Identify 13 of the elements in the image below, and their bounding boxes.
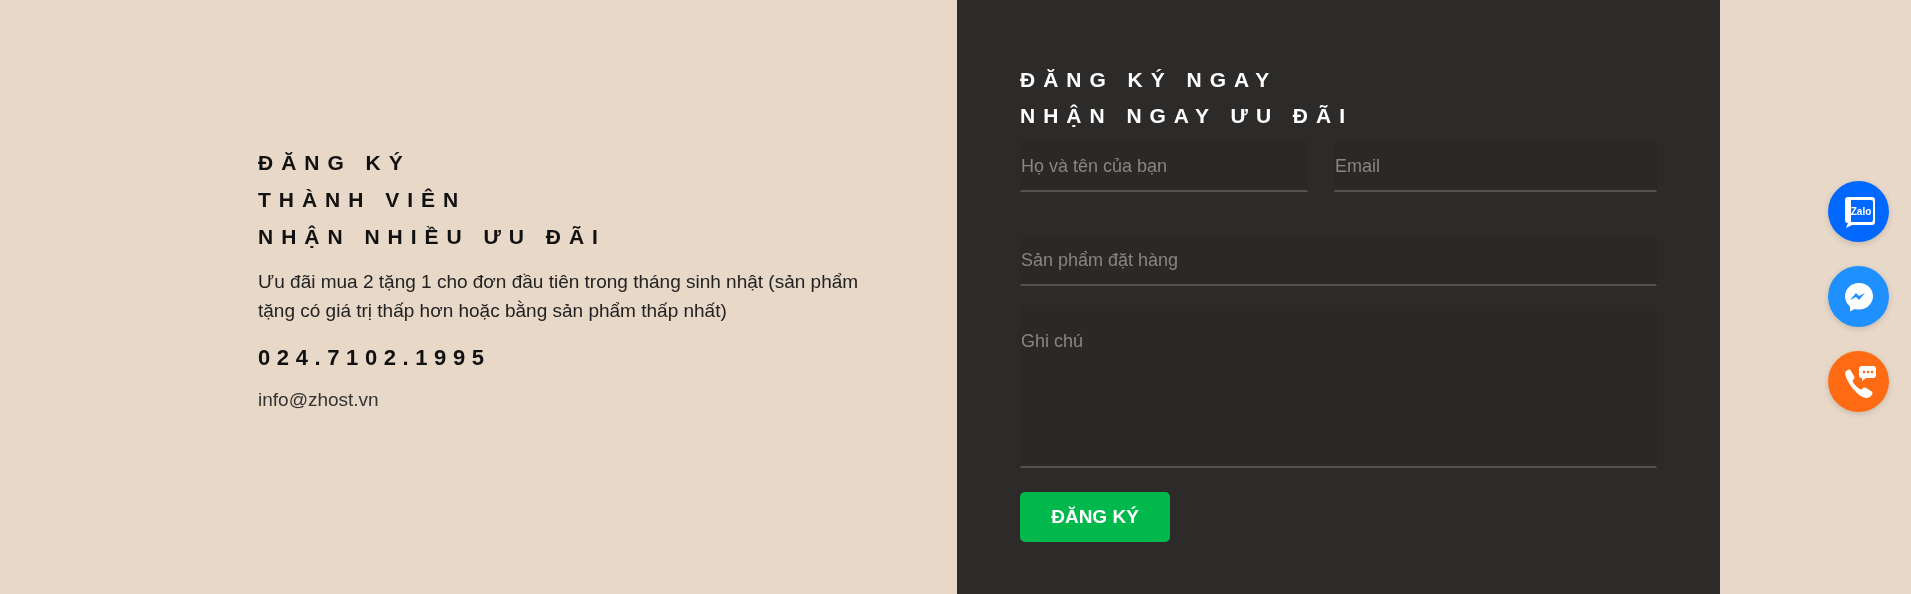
form-heading: NHẬN NGAY ƯU ĐÃI (1020, 103, 1353, 129)
promo-heading: NHẬN NHIỀU ƯU ĐÃI (258, 223, 606, 250)
promo-heading: ĐĂNG KÝ (258, 149, 411, 176)
email-address: info@zhost.vn (258, 388, 379, 411)
phone-number: 024.7102.1995 (258, 344, 491, 371)
call-button[interactable] (1828, 351, 1889, 412)
promo-heading: THÀNH VIÊN (258, 186, 467, 213)
messenger-icon (1842, 280, 1875, 313)
zalo-button[interactable]: Zalo (1828, 181, 1889, 242)
submit-button[interactable]: ĐĂNG KÝ (1020, 492, 1170, 542)
messenger-button[interactable] (1828, 266, 1889, 327)
form-heading: ĐĂNG KÝ NGAY (1020, 67, 1278, 93)
promo-description: Ưu đãi mua 2 tặng 1 cho đơn đầu tiên trong tháng sinh nhật (sản phẩm tặng có giá trị thấp hơn hoặc bằng sản phẩm thấp nhất) (258, 269, 860, 323)
